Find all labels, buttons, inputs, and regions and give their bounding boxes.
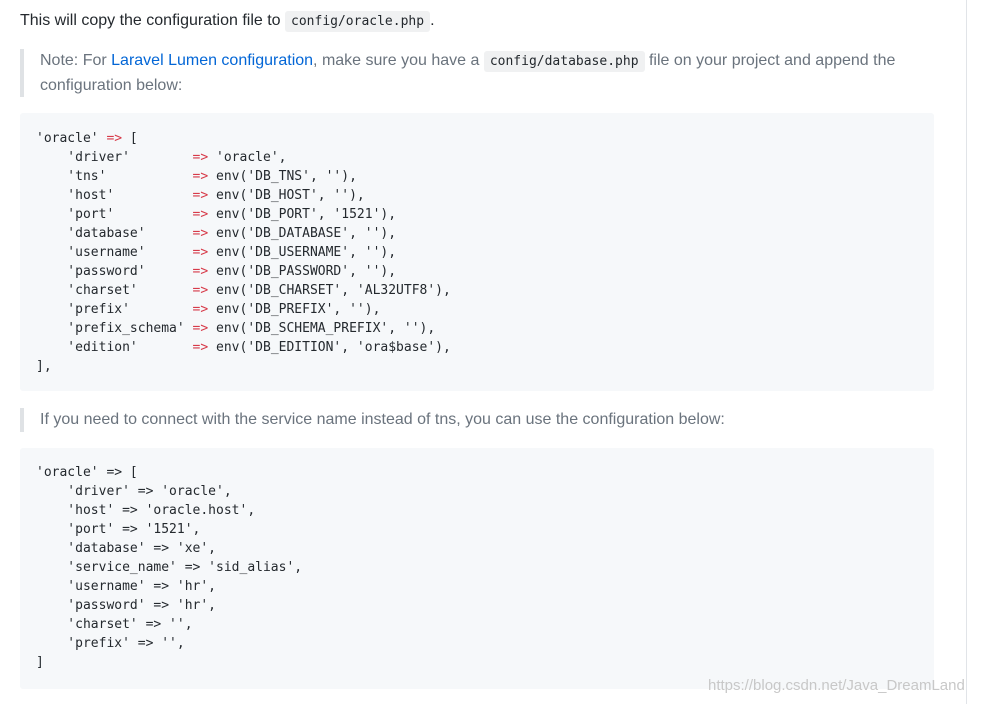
inline-code-config-oracle: config/oracle.php	[285, 11, 431, 32]
watermark-text: https://blog.csdn.net/Java_DreamLand	[708, 677, 965, 694]
code-line: ],	[36, 359, 52, 374]
code-line: 'oracle' => [	[36, 131, 138, 146]
code-block-tns-content: 'oracle' => [ 'driver' => 'oracle', 'tns…	[20, 113, 934, 392]
inline-code-config-database: config/database.php	[483, 51, 645, 72]
code-line: 'prefix' => '',	[36, 636, 185, 651]
code-line: 'database' => env('DB_DATABASE', ''),	[36, 226, 397, 241]
laravel-lumen-link[interactable]: Laravel Lumen configuration	[111, 52, 313, 69]
code-line: 'prefix' => env('DB_PREFIX', ''),	[36, 302, 381, 317]
code-line: 'oracle' => [	[36, 465, 138, 480]
code-line: 'username' => 'hr',	[36, 579, 217, 594]
code-line: 'password' => 'hr',	[36, 598, 217, 613]
service-name-blockquote: If you need to connect with the service …	[20, 408, 900, 432]
code-line: 'username' => env('DB_USERNAME', ''),	[36, 245, 397, 260]
code-line: 'database' => 'xe',	[36, 541, 217, 556]
code-line: 'port' => env('DB_PORT', '1521'),	[36, 207, 397, 222]
service-name-note: If you need to connect with the service …	[40, 411, 725, 428]
code-line: 'service_name' => 'sid_alias',	[36, 560, 303, 575]
code-line: 'prefix_schema' => env('DB_SCHEMA_PREFIX…	[36, 321, 436, 336]
code-line: 'edition' => env('DB_EDITION', 'ora$base…	[36, 340, 451, 355]
note-blockquote: Note: For Laravel Lumen configuration, m…	[20, 49, 900, 97]
note-prefix: Note: For	[40, 52, 112, 69]
intro-paragraph: This will copy the configuration file to…	[20, 8, 435, 35]
divider	[966, 0, 967, 704]
code-line: 'driver' => 'oracle',	[36, 150, 287, 165]
code-line: 'tns' => env('DB_TNS', ''),	[36, 169, 357, 184]
code-line: 'charset' => '',	[36, 617, 193, 632]
code-line: 'port' => '1521',	[36, 522, 201, 537]
code-line: ]	[36, 655, 44, 670]
note-middle: , make sure you have a	[313, 52, 484, 69]
code-line: 'driver' => 'oracle',	[36, 484, 232, 499]
code-line: 'password' => env('DB_PASSWORD', ''),	[36, 264, 397, 279]
code-line: 'host' => env('DB_HOST', ''),	[36, 188, 365, 203]
intro-period: .	[430, 12, 435, 29]
document-page: This will copy the configuration file to…	[0, 0, 988, 704]
code-block-service-name-config[interactable]: 'oracle' => [ 'driver' => 'oracle', 'hos…	[20, 448, 934, 689]
code-block-tns-config[interactable]: 'oracle' => [ 'driver' => 'oracle', 'tns…	[20, 113, 934, 391]
intro-text: This will copy the configuration file to	[20, 12, 286, 29]
code-line: 'charset' => env('DB_CHARSET', 'AL32UTF8…	[36, 283, 451, 298]
code-block-service-name-content: 'oracle' => [ 'driver' => 'oracle', 'hos…	[20, 448, 934, 688]
code-line: 'host' => 'oracle.host',	[36, 503, 256, 518]
